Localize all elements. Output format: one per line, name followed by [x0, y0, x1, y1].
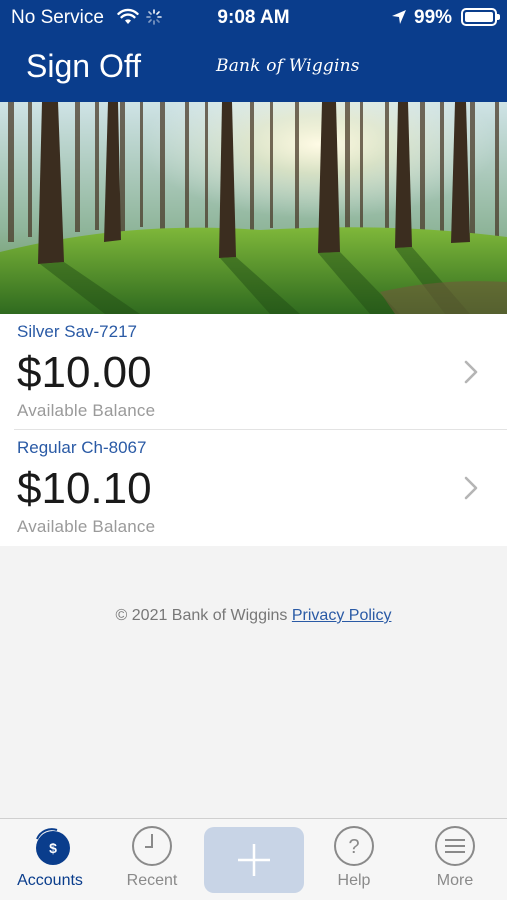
account-balance: $10.00	[17, 348, 152, 397]
tab-more[interactable]: More	[405, 819, 505, 900]
tab-bar: $ Accounts Recent ? Help More	[0, 818, 507, 900]
battery-percent: 99%	[414, 7, 453, 28]
tab-accounts[interactable]: $ Accounts	[0, 819, 100, 900]
plus-icon	[238, 844, 270, 876]
balance-label: Available Balance	[17, 401, 156, 420]
tab-label: Accounts	[17, 872, 83, 889]
location-arrow-icon	[392, 10, 406, 24]
tab-label: More	[436, 872, 474, 889]
privacy-policy-link[interactable]: Privacy Policy	[292, 607, 392, 624]
question-icon: ?	[334, 826, 374, 866]
top-header: No Service 9:08 AM 99% Sign Off Bank of …	[0, 0, 507, 102]
status-bar: No Service 9:08 AM 99%	[0, 0, 507, 36]
sign-off-button[interactable]: Sign Off	[26, 48, 141, 85]
balance-label: Available Balance	[17, 517, 156, 536]
svg-text:?: ?	[348, 836, 359, 858]
tab-label: Help	[337, 872, 371, 889]
clock-icon	[132, 826, 172, 866]
svg-text:$: $	[49, 840, 57, 856]
account-row-savings[interactable]: Silver Sav-7217 $10.00 Available Balance	[0, 314, 507, 430]
battery-icon	[461, 8, 500, 26]
chevron-right-icon	[464, 360, 478, 384]
account-name: Silver Sav-7217	[17, 322, 138, 341]
tab-recent[interactable]: Recent	[102, 819, 202, 900]
menu-icon	[435, 826, 475, 866]
accounts-list: Silver Sav-7217 $10.00 Available Balance…	[0, 314, 507, 546]
footer: © 2021 Bank of Wiggins Privacy Policy	[0, 607, 507, 625]
chevron-right-icon	[464, 476, 478, 500]
tab-help[interactable]: ? Help	[304, 819, 404, 900]
account-balance: $10.10	[17, 464, 152, 513]
copyright-text: © 2021 Bank of Wiggins	[115, 607, 288, 624]
forest-banner-image	[0, 102, 507, 314]
dollar-icon: $	[36, 828, 70, 865]
account-row-checking[interactable]: Regular Ch-8067 $10.10 Available Balance	[0, 430, 507, 546]
tab-label: Recent	[126, 872, 178, 889]
bank-logo: Bank of Wiggins	[216, 56, 360, 76]
add-button[interactable]	[204, 827, 304, 893]
account-name: Regular Ch-8067	[17, 438, 147, 457]
